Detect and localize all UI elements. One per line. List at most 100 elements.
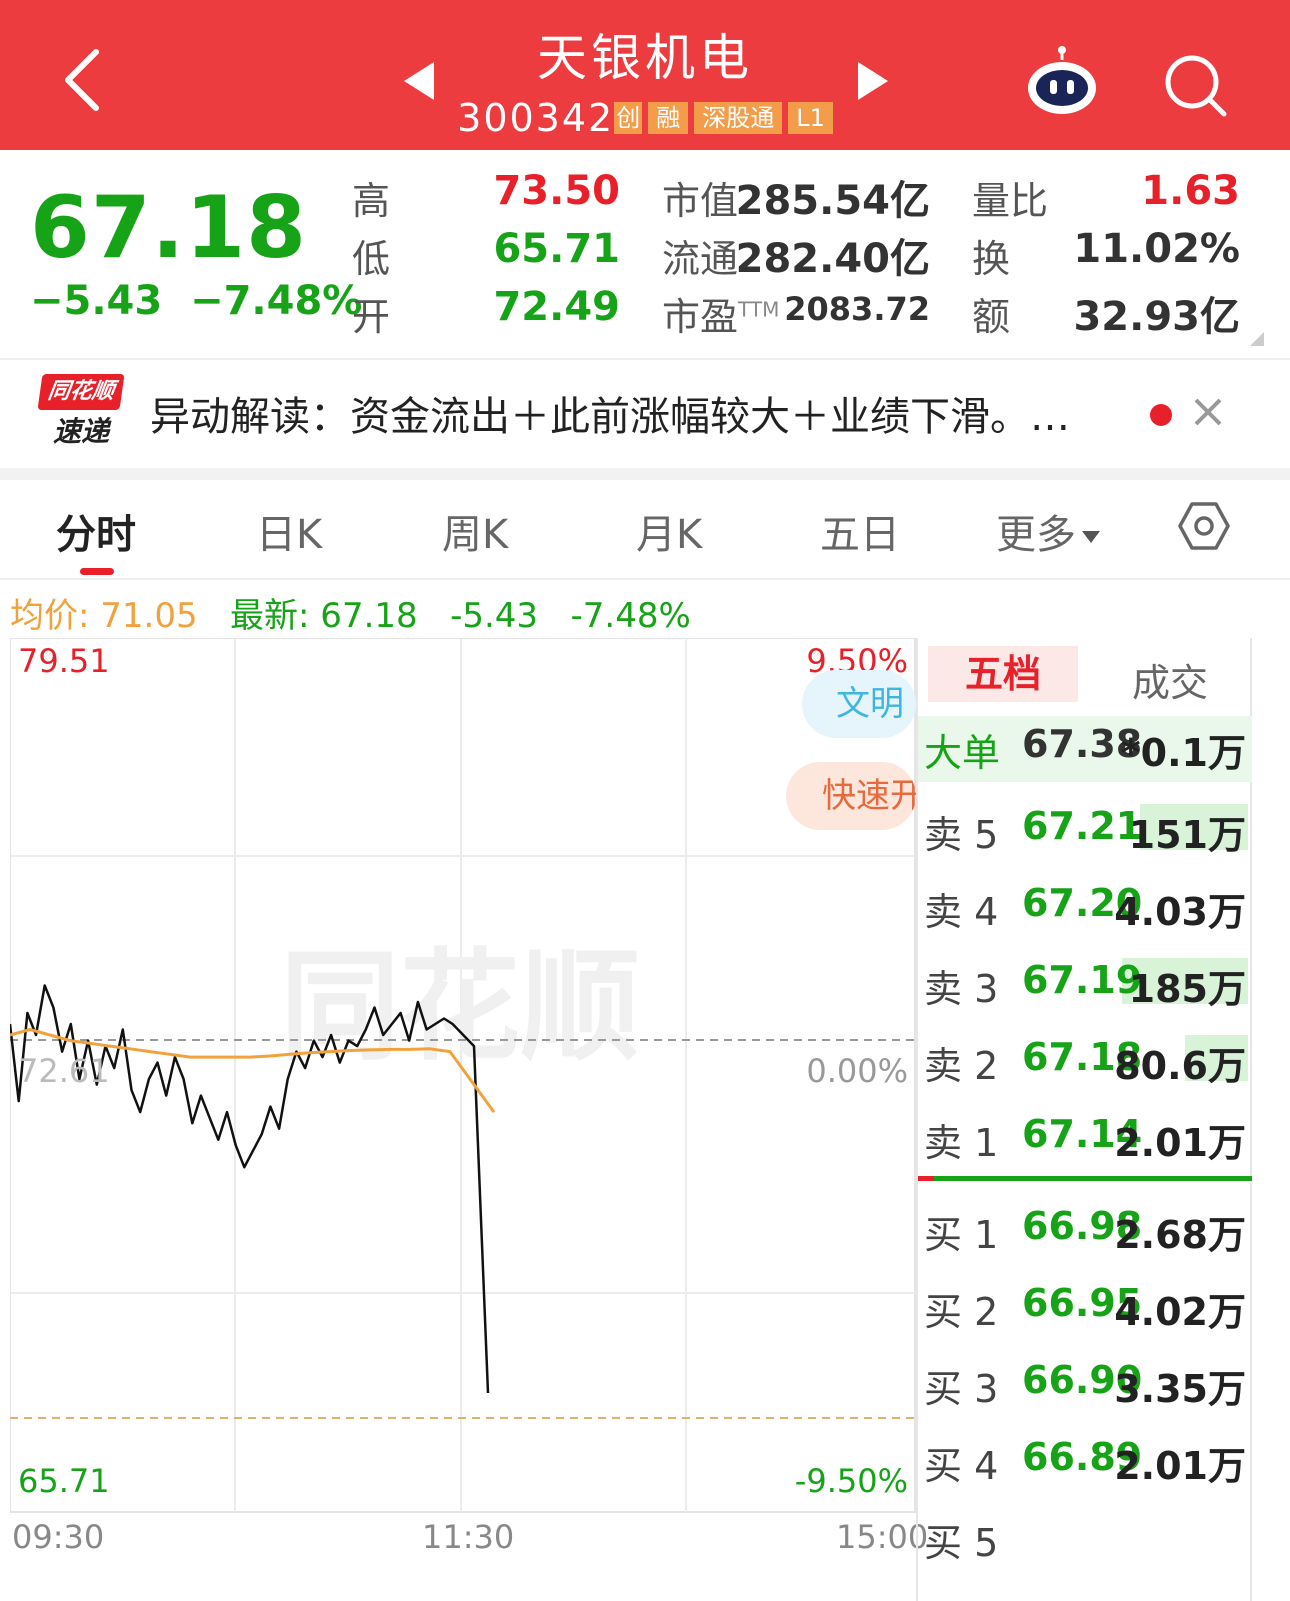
news-banner[interactable]: 同花顺 速递 异动解读：资金流出＋此前涨幅较大＋业绩下滑。…: [0, 362, 1290, 468]
bid-5-label: 买 5: [924, 1521, 999, 1565]
ask-4-volume: 4.03万: [1114, 890, 1246, 934]
big-order-row[interactable]: 大单 67.38 *0.1万: [918, 716, 1252, 782]
divider: [0, 578, 1290, 580]
watermark: 同花顺: [280, 938, 640, 1077]
volume-ratio-label: 量比: [972, 179, 1049, 223]
big-order-label: 大单: [924, 731, 1001, 775]
time-end: 15:00: [836, 1518, 929, 1556]
active-tab-indicator: [80, 568, 114, 575]
high-value: 73.50: [493, 168, 620, 214]
quote-panel: 67.18 −5.43 −7.48% 高 低 开 73.50 65.71 72.…: [0, 150, 1290, 360]
amount-label: 额: [972, 295, 1011, 339]
bid-1-volume: 2.68万: [1114, 1213, 1246, 1257]
chevron-down-icon: [1082, 531, 1100, 543]
bid-2-label: 买 2: [924, 1290, 999, 1334]
latest-price: 最新: 67.18: [230, 596, 418, 636]
bid-row-3[interactable]: 买 3 66.90 3.35万: [918, 1352, 1252, 1412]
bid-ask-separator-marker: [918, 1176, 934, 1181]
ask-row-2[interactable]: 卖 2 67.18 80.6万: [918, 1029, 1252, 1089]
intraday-chart[interactable]: 同花顺 79.51 9.50% 72.61 0.00% 65.71 -9.50%: [8, 637, 916, 1513]
ask-2-volume: 80.6万: [1114, 1044, 1246, 1088]
bid-3-label: 买 3: [924, 1367, 999, 1411]
robot-assistant-icon[interactable]: [1024, 44, 1100, 116]
tab-daily-k[interactable]: 日K: [256, 502, 322, 560]
order-book: 五档 成交 大单 67.38 *0.1万 卖 5 67.21 151万 卖 4 67.…: [916, 638, 1252, 1601]
avg-price: 均价: 71.05: [10, 596, 198, 636]
unread-dot-icon: [1150, 404, 1172, 426]
expand-corner-icon[interactable]: [1250, 332, 1264, 346]
tag-level: L1: [788, 102, 833, 134]
latest-change: -5.43: [450, 596, 539, 636]
ask-row-1[interactable]: 卖 1 67.14 2.01万: [918, 1106, 1252, 1166]
float-cap-value: 282.40亿: [735, 236, 930, 282]
change-amount: −5.43: [30, 278, 163, 324]
search-icon[interactable]: [1160, 50, 1230, 120]
tab-five-levels[interactable]: 五档: [928, 646, 1078, 702]
ask-5-volume: 151万: [1128, 813, 1246, 857]
ask-5-label: 卖 5: [924, 813, 999, 857]
bid-row-4[interactable]: 买 4 66.89 2.01万: [918, 1429, 1252, 1489]
divider: [0, 358, 1290, 360]
float-cap-label: 流通: [662, 237, 739, 281]
ask-1-label: 卖 1: [924, 1121, 999, 1165]
bid-1-label: 买 1: [924, 1213, 999, 1257]
axis-bottom-pct: -9.50%: [794, 1462, 908, 1500]
bid-4-volume: 2.01万: [1114, 1444, 1246, 1488]
tab-intraday[interactable]: 分时: [56, 502, 136, 560]
bid-row-5[interactable]: 买 5: [918, 1506, 1252, 1566]
bid-3-volume: 3.35万: [1114, 1367, 1246, 1411]
settings-hexagon-icon[interactable]: [1176, 498, 1232, 554]
open-label: 开: [352, 295, 391, 339]
tab-monthly-k[interactable]: 月K: [636, 502, 702, 560]
amount-value: 32.93亿: [1073, 294, 1240, 340]
ask-row-3[interactable]: 卖 3 67.19 185万: [918, 952, 1252, 1012]
ask-3-volume: 185万: [1128, 967, 1246, 1011]
volume-ratio-value: 1.63: [1141, 168, 1240, 214]
bid-4-label: 买 4: [924, 1444, 999, 1488]
bid-2-volume: 4.02万: [1114, 1290, 1246, 1334]
tab-trades[interactable]: 成交: [1132, 652, 1208, 707]
low-label: 低: [352, 237, 391, 281]
pe-label-text: 市盈: [662, 295, 739, 339]
tab-more[interactable]: 更多: [996, 502, 1100, 560]
pe-value: 2083.72: [784, 290, 930, 328]
chart-tabs: 分时 日K 周K 月K 五日 更多: [0, 480, 1290, 580]
ask-5-price: 67.21: [1022, 804, 1143, 848]
intraday-chart-svg: 同花顺: [8, 637, 916, 1513]
ask-3-price: 67.19: [1022, 958, 1143, 1002]
turnover-value: 11.02%: [1073, 226, 1240, 272]
civilized-investing-pill[interactable]: 文明: [802, 670, 916, 738]
chart-legend: 均价: 71.05 最新: 67.18 -5.43 -7.48%: [10, 588, 691, 637]
turnover-label: 换: [972, 237, 1011, 281]
ask-4-label: 卖 4: [924, 890, 999, 934]
latest-change-pct: -7.48%: [570, 596, 691, 636]
ask-3-label: 卖 3: [924, 967, 999, 1011]
close-icon[interactable]: [1188, 392, 1228, 432]
tag-margin: 融: [648, 102, 689, 134]
pe-label: 市盈TTM: [662, 286, 779, 341]
stock-code: 300342: [457, 96, 615, 140]
bid-ask-separator: [918, 1176, 1252, 1181]
tab-five-day[interactable]: 五日: [820, 502, 900, 560]
time-start: 09:30: [12, 1518, 105, 1556]
bid-row-1[interactable]: 买 1 66.98 2.68万: [918, 1198, 1252, 1258]
ask-1-volume: 2.01万: [1114, 1121, 1246, 1165]
big-order-volume: *0.1万: [1120, 731, 1246, 775]
quick-open-account-pill[interactable]: 快速开: [786, 762, 916, 830]
news-text[interactable]: 异动解读：资金流出＋此前涨幅较大＋业绩下滑。…: [150, 384, 1070, 442]
last-price: 67.18: [30, 178, 308, 278]
logo-top-text: 同花顺: [37, 374, 125, 410]
ask-row-5[interactable]: 卖 5 67.21 151万: [918, 798, 1252, 858]
price-change: −5.43 −7.48%: [30, 278, 362, 324]
market-cap-label: 市值: [662, 179, 739, 223]
axis-bottom-price: 65.71: [18, 1462, 110, 1500]
section-gap: [0, 468, 1290, 480]
ask-row-4[interactable]: 卖 4 67.20 4.03万: [918, 875, 1252, 935]
axis-mid-price: 72.61: [18, 1052, 110, 1090]
pe-ttm-label: TTM: [738, 297, 780, 322]
tab-more-label: 更多: [996, 512, 1076, 558]
high-label: 高: [352, 179, 391, 223]
tab-weekly-k[interactable]: 周K: [442, 502, 508, 560]
ths-express-logo: 同花顺 速递: [36, 374, 125, 454]
bid-row-2[interactable]: 买 2 66.95 4.02万: [918, 1275, 1252, 1335]
